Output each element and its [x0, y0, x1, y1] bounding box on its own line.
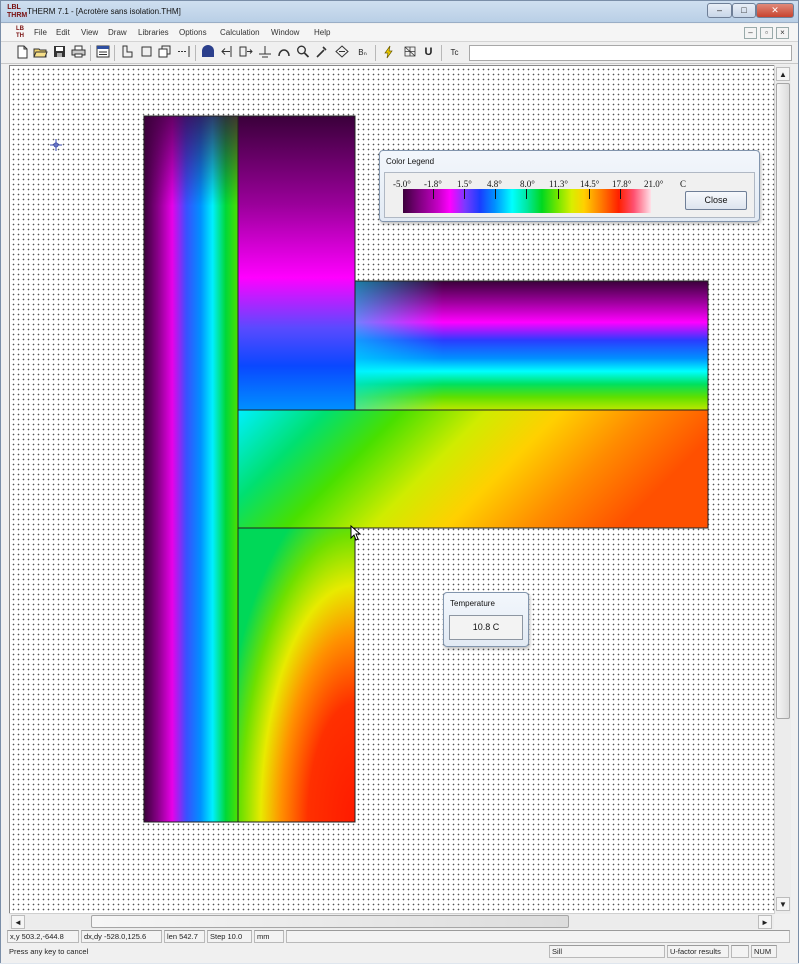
legend-label: 1.5° — [457, 179, 472, 189]
temperature-title: Temperature — [450, 599, 495, 608]
color-legend-dialog[interactable]: Color Legend -5.0° -1.8° 1.5° 4.8° 8.0° … — [379, 150, 760, 222]
legend-label: 8.0° — [520, 179, 535, 189]
legend-label: 11.3° — [549, 179, 569, 189]
legend-unit: C — [680, 179, 687, 189]
legend-tick — [433, 189, 434, 199]
horizontal-scrollbar[interactable]: ◄ ► — [9, 913, 774, 929]
legend-tick — [464, 189, 465, 199]
thermal-model — [143, 115, 709, 823]
legend-label: 14.5° — [580, 179, 600, 189]
legend-close-button[interactable]: Close — [685, 191, 747, 210]
status-mode: Sill — [549, 945, 665, 958]
arm-shade — [355, 281, 708, 410]
legend-label: 17.8° — [612, 179, 632, 189]
scroll-down-arrow-icon[interactable]: ▼ — [776, 897, 790, 911]
color-scale-bar — [403, 189, 651, 213]
status-row-coordinates: x,y 503.2,-644.8 dx,dy -528.0,125.6 len … — [1, 929, 798, 945]
legend-label: -5.0° — [393, 179, 411, 189]
color-legend-panel: -5.0° -1.8° 1.5° 4.8° 8.0° 11.3° 14.5° 1… — [384, 172, 755, 218]
legend-tick — [589, 189, 590, 199]
legend-label: 4.8° — [487, 179, 502, 189]
color-legend-title: Color Legend — [386, 157, 435, 166]
vertical-scroll-thumb[interactable] — [776, 83, 790, 719]
status-results: U-factor results — [667, 945, 729, 958]
legend-tick — [558, 189, 559, 199]
legend-tick — [620, 189, 621, 199]
temperature-dialog: Temperature 10.8 C — [443, 592, 529, 647]
status-length: len 542.7 — [164, 930, 205, 943]
status-dxdy: dx,dy -528.0,125.6 — [81, 930, 162, 943]
scroll-right-arrow-icon[interactable]: ► — [758, 915, 772, 929]
legend-tick — [526, 189, 527, 199]
status-num: NUM — [751, 945, 777, 958]
status-message: Press any key to cancel — [9, 947, 89, 956]
status-bar: x,y 503.2,-644.8 dx,dy -528.0,125.6 len … — [1, 929, 798, 963]
status-step: Step 10.0 — [207, 930, 252, 943]
status-row-message: Press any key to cancel Sill U-factor re… — [1, 944, 798, 960]
status-unit: mm — [254, 930, 284, 943]
vertical-scrollbar[interactable]: ▲ ▼ — [774, 65, 791, 914]
origin-marker-icon — [50, 139, 62, 151]
scroll-left-arrow-icon[interactable]: ◄ — [11, 915, 25, 929]
therm-window: LBL THRM THERM 7.1 - [Acrotère sans isola… — [0, 0, 799, 963]
status-indicator — [731, 945, 749, 958]
status-xy: x,y 503.2,-644.8 — [7, 930, 79, 943]
horizontal-scroll-thumb[interactable] — [91, 915, 569, 928]
status-empty — [286, 930, 790, 943]
left-wall-shade — [144, 116, 238, 416]
slab-region[interactable] — [238, 410, 708, 528]
upper-block-region[interactable] — [238, 116, 355, 410]
legend-label: 21.0° — [644, 179, 664, 189]
legend-tick — [495, 189, 496, 199]
legend-label: -1.8° — [424, 179, 442, 189]
mouse-cursor-icon — [350, 524, 362, 541]
lower-right-region[interactable] — [238, 528, 355, 822]
scroll-up-arrow-icon[interactable]: ▲ — [776, 67, 790, 81]
temperature-value: 10.8 C — [449, 615, 523, 640]
